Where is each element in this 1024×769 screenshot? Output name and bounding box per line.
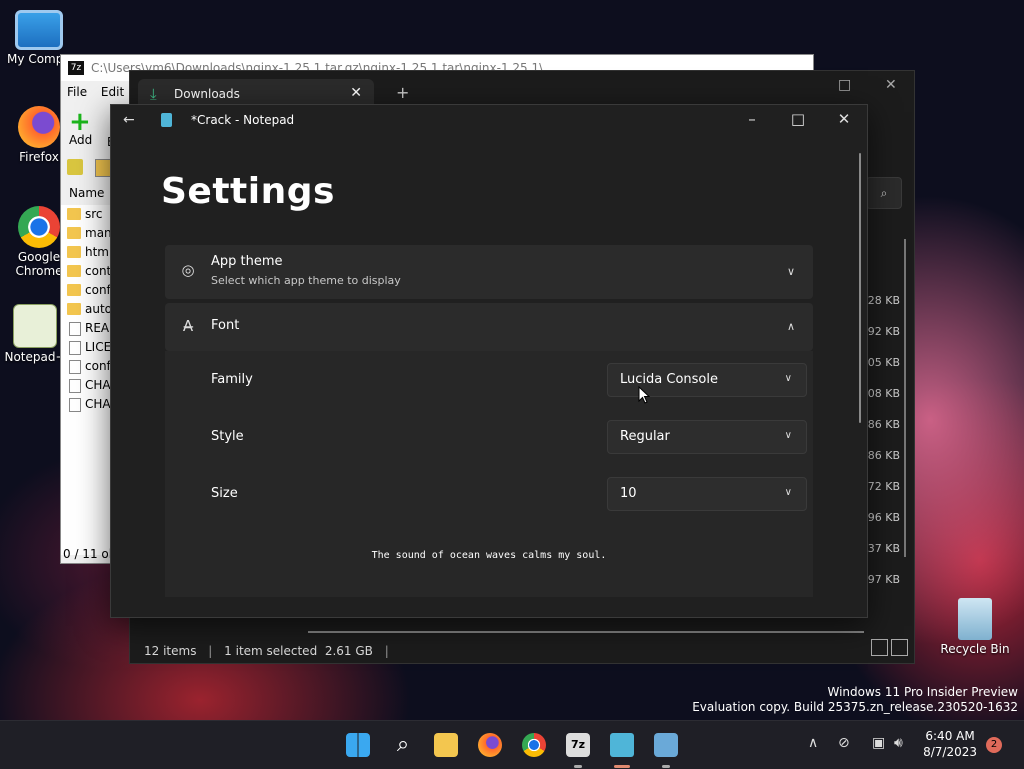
file-icon	[69, 360, 81, 374]
list-item[interactable]: src	[61, 205, 111, 224]
list-item[interactable]: html	[61, 243, 112, 262]
monitor-icon	[15, 10, 63, 50]
list-item[interactable]: man	[61, 224, 112, 243]
search-icon[interactable]: ⌕	[391, 733, 415, 757]
font-icon: A̶	[182, 317, 194, 335]
tiles-view-icon[interactable]	[891, 639, 908, 656]
details-view-icon[interactable]	[871, 639, 888, 656]
menu-file[interactable]: File	[67, 85, 87, 99]
folder-icon	[67, 227, 81, 239]
view-toggle	[868, 639, 908, 659]
notepad-settings-window[interactable]: ← *Crack - Notepad – □ ✕ Settings ◎ App …	[110, 104, 868, 618]
sevenzip-logo: 7z	[68, 61, 84, 75]
folder-icon	[67, 208, 81, 220]
add-button[interactable]: + Add	[69, 107, 99, 147]
list-item[interactable]: auto	[61, 300, 112, 319]
family-dropdown[interactable]: Lucida Console ∨	[607, 363, 807, 397]
firefox-icon	[18, 106, 60, 148]
size-dropdown[interactable]: 10 ∨	[607, 477, 807, 511]
file-icon	[69, 398, 81, 412]
vertical-scrollbar[interactable]	[904, 239, 906, 557]
size-label: Size	[211, 486, 238, 501]
new-tab-button[interactable]: +	[396, 83, 409, 102]
back-arrow-icon[interactable]: ←	[123, 112, 135, 128]
notepad-titlebar: ← *Crack - Notepad – □ ✕	[111, 105, 867, 137]
app-taskbar-icon[interactable]	[654, 733, 678, 757]
recycle-bin-icon	[958, 598, 992, 640]
font-setting[interactable]: A̶ Font ∧	[165, 303, 813, 351]
download-icon: ⤓	[150, 85, 157, 103]
app-theme-setting[interactable]: ◎ App theme Select which app theme to di…	[165, 245, 813, 299]
chevron-down-icon: ∨	[784, 373, 792, 384]
list-item[interactable]: CHA	[61, 395, 111, 414]
window-title: *Crack - Notepad	[191, 113, 295, 127]
close-button[interactable]: ✕	[885, 77, 897, 93]
desktop-icon-recycle-bin[interactable]: Recycle Bin	[940, 598, 1010, 656]
chevron-down-icon: ∨	[784, 487, 792, 498]
notification-badge[interactable]: 2	[986, 737, 1002, 753]
chevron-down-icon: ∨	[784, 430, 792, 441]
list-item[interactable]: LICEI	[61, 338, 115, 357]
sevenzip-file-list: src man html conti conf auto READ LICEI confi CHA…	[61, 205, 118, 555]
start-windows-icon[interactable]	[346, 733, 370, 757]
maximize-button[interactable]: □	[838, 77, 851, 93]
plus-icon: +	[69, 107, 91, 137]
palette-icon: ◎	[181, 261, 195, 279]
menu-edit[interactable]: Edit	[101, 85, 124, 99]
notepad-icon	[161, 113, 172, 127]
horizontal-scrollbar[interactable]	[308, 631, 864, 633]
sevenzip-taskbar-icon[interactable]: 7z	[566, 733, 590, 757]
family-label: Family	[211, 372, 253, 387]
display-icon[interactable]: ▣	[872, 735, 885, 751]
evaluation-watermark: Windows 11 Pro Insider Preview Evaluatio…	[692, 685, 1018, 714]
settings-scrollbar[interactable]	[859, 153, 861, 423]
page-title: Settings	[161, 171, 335, 212]
file-explorer-icon[interactable]	[434, 733, 458, 757]
notepad-plus-icon	[13, 304, 57, 348]
list-item[interactable]: READ	[61, 319, 118, 338]
chevron-down-icon: ∨	[786, 265, 795, 278]
close-tab-icon[interactable]: ✕	[350, 85, 362, 101]
folder-icon	[67, 284, 81, 296]
style-label: Style	[211, 429, 244, 444]
list-item[interactable]: conf	[61, 281, 111, 300]
network-off-icon[interactable]: ⊘	[838, 735, 850, 751]
font-preview-text: The sound of ocean waves calms my soul.	[371, 550, 607, 561]
style-dropdown[interactable]: Regular ∨	[607, 420, 807, 454]
column-header-name[interactable]: Name	[69, 186, 104, 200]
clock[interactable]: 6:40 AM 8/7/2023	[923, 728, 977, 760]
chevron-up-icon[interactable]: ∧	[808, 735, 818, 751]
notepad-taskbar-icon[interactable]	[610, 733, 634, 757]
chrome-icon	[18, 206, 60, 248]
close-button[interactable]: ✕	[829, 110, 859, 128]
firefox-icon[interactable]	[478, 733, 502, 757]
minimize-button[interactable]: –	[737, 110, 767, 128]
taskbar: ⌕ 7z ∧ ⊘ ▣ 🔊︎ 6:40 AM 8/7/2023 2	[0, 720, 1024, 769]
search-icon[interactable]: ⌕	[866, 177, 902, 209]
volume-icon[interactable]: 🔊︎	[894, 735, 903, 751]
maximize-button[interactable]: □	[783, 110, 813, 128]
file-icon	[69, 341, 81, 355]
explorer-statusbar: 12 items | 1 item selected 2.61 GB |	[144, 644, 389, 658]
up-folder-icon[interactable]	[67, 159, 83, 175]
chrome-icon[interactable]	[522, 733, 546, 757]
folder-icon	[67, 303, 81, 315]
list-item[interactable]: CHA	[61, 376, 111, 395]
list-item[interactable]: conti	[61, 262, 115, 281]
file-icon	[69, 379, 81, 393]
chevron-up-icon: ∧	[786, 320, 795, 333]
sevenzip-menu: File Edit	[67, 85, 134, 99]
mouse-cursor-icon	[638, 386, 650, 404]
file-icon	[69, 322, 81, 336]
folder-icon	[67, 265, 81, 277]
folder-icon	[67, 246, 81, 258]
list-item[interactable]: confi	[61, 357, 114, 376]
